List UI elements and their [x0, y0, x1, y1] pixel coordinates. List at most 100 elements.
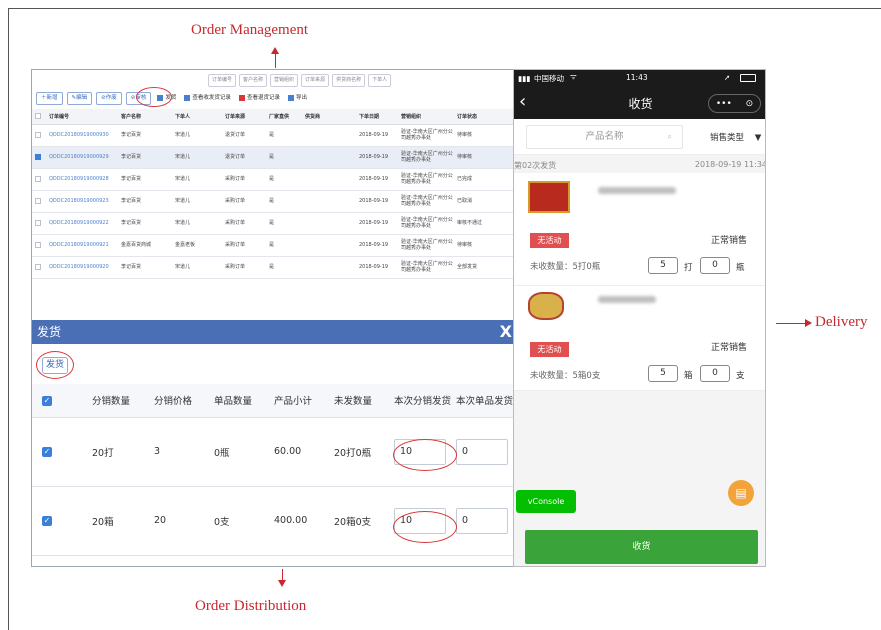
order-code[interactable]: QDDC20180919000921: [46, 234, 118, 257]
row-select[interactable]: [32, 124, 46, 147]
view-return-records-button[interactable]: 查看退货记录: [237, 92, 282, 105]
add-label: 新增: [46, 95, 58, 101]
table-row[interactable]: QDDC20180919000923 李记百货 宋道儿 采购订单是 2018-09-19…: [32, 190, 513, 213]
supplier-name: [302, 146, 356, 169]
ship-row-spacer: [62, 486, 92, 556]
export-button[interactable]: 导出: [286, 92, 309, 105]
order-code[interactable]: QDDC20180919000920: [46, 256, 118, 279]
ship-dialog-title: 发货: [37, 325, 62, 339]
row-checkbox[interactable]: [35, 131, 41, 138]
row-checkbox[interactable]: [35, 241, 41, 248]
qty-input-secondary[interactable]: 0: [700, 257, 730, 274]
location-icon: ➚: [724, 73, 731, 82]
table-row[interactable]: QDDC20180919000928 李记百货 宋道儿 采购订单是 2018-09-19…: [32, 168, 513, 191]
order-code[interactable]: QDDC20180919000922: [46, 212, 118, 235]
row-checkbox[interactable]: [35, 197, 41, 204]
ship-button-highlight-ring: [36, 351, 74, 379]
filter-person[interactable]: 下单人: [368, 74, 392, 87]
arrow-down-head: [278, 580, 286, 587]
table-row[interactable]: QDDC20180919000922 李记百货 宋道儿 采购订单是 2018-09-19…: [32, 212, 513, 235]
supplier-name: [302, 256, 356, 279]
receive-button[interactable]: 收货: [525, 530, 758, 564]
orders-table: 订单编号 客户名称 下单人 订单来源 厂家直供 供货商 下单日期 营销组织 订单…: [32, 109, 513, 279]
vconsole-button[interactable]: vConsole: [516, 490, 576, 513]
unit-primary: 箱: [684, 371, 693, 381]
clipboard-icon[interactable]: ▤: [728, 480, 754, 506]
row-select[interactable]: [32, 146, 46, 169]
row-select[interactable]: [32, 212, 46, 235]
filter-org[interactable]: 营销组织: [270, 74, 299, 87]
order-person: 宋道儿: [172, 256, 222, 279]
direct-supply: 是: [266, 124, 302, 147]
product-search-input[interactable]: 产品名称 ⌕: [526, 125, 683, 149]
table-row[interactable]: QDDC20180919000921 金嘉百货商城 金嘉老板 采购订单是 2018-09…: [32, 234, 513, 257]
row-select[interactable]: [32, 190, 46, 213]
ship-row-select[interactable]: ✓: [32, 417, 62, 487]
customer-name: 李记百货: [118, 146, 172, 169]
order-source: 采购订单: [222, 234, 266, 257]
void-button[interactable]: ⊘作废: [96, 92, 122, 105]
sales-org: 验证-华南大区广州分公司越秀办事处: [398, 124, 454, 147]
order-source: 采购订单: [222, 212, 266, 235]
qty-input-secondary[interactable]: 0: [700, 365, 730, 382]
filter-supplier[interactable]: 供货商名称: [332, 74, 366, 87]
doc-icon: [184, 94, 191, 101]
export-icon: [287, 94, 294, 101]
ship-unit-input[interactable]: 0: [456, 438, 508, 465]
ship-row-select[interactable]: ✓: [32, 486, 62, 556]
supplier-name: [302, 168, 356, 191]
row-select[interactable]: [32, 234, 46, 257]
add-button[interactable]: ＋新增: [36, 92, 63, 105]
order-code[interactable]: QDDC20180919000929: [46, 146, 118, 169]
filter-source[interactable]: 订单来源: [301, 74, 330, 87]
delivery-label: Delivery: [815, 314, 868, 330]
product-image: [528, 181, 570, 213]
header-select[interactable]: [32, 109, 46, 125]
row-select[interactable]: [32, 256, 46, 279]
row-checkbox[interactable]: [35, 153, 41, 160]
order-source: 采购订单: [222, 190, 266, 213]
table-row[interactable]: QDDC20180919000929 李记百货 宋道儿 退货订单是 2018-09-19…: [32, 146, 513, 169]
search-row: 产品名称 ⌕ 销售类型 ▼: [514, 119, 765, 155]
check-icon[interactable]: ✓: [42, 447, 52, 457]
row-checkbox[interactable]: [35, 175, 41, 182]
sales-org: 验证-华南大区广州分公司越秀办事处: [398, 146, 454, 169]
carrier: 中国移动: [534, 74, 564, 83]
order-code[interactable]: QDDC20180919000928: [46, 168, 118, 191]
qty-input-primary[interactable]: 5: [648, 257, 678, 274]
search-placeholder: 产品名称: [585, 131, 624, 142]
product-image: [528, 292, 564, 320]
close-circle-icon[interactable]: ⊙: [746, 99, 754, 109]
table-row[interactable]: QDDC20180919000930 李记百货 宋道儿 退货订单是 2018-09-19…: [32, 124, 513, 147]
ship-header-select[interactable]: ✓: [32, 384, 62, 418]
header-customer: 客户名称: [118, 109, 172, 125]
filter-customer[interactable]: 客户名称: [239, 74, 268, 87]
ship-dist-qty: 20箱: [92, 486, 154, 556]
signal-icon: ▮▮▮: [518, 74, 531, 83]
filter-order-code[interactable]: 订单编号: [208, 74, 237, 87]
caret-down-icon: ▼: [754, 133, 762, 143]
arrow-right-head: [805, 319, 812, 327]
batch-header: 第02次发货 2018-09-19 11:34: [514, 155, 765, 173]
close-icon[interactable]: X: [500, 320, 512, 344]
check-icon[interactable]: ✓: [42, 516, 52, 526]
unit-secondary: 支: [736, 371, 745, 381]
order-code[interactable]: QDDC20180919000923: [46, 190, 118, 213]
sale-type-dropdown[interactable]: 销售类型 ▼: [710, 131, 761, 143]
row-select[interactable]: [32, 168, 46, 191]
view-ship-records-button[interactable]: 查看收发货记录: [182, 92, 233, 105]
select-all-checkbox[interactable]: [35, 113, 41, 119]
order-code[interactable]: QDDC20180919000930: [46, 124, 118, 147]
more-icon[interactable]: •••: [716, 99, 732, 109]
edit-button[interactable]: ✎编辑: [66, 92, 93, 105]
select-all-check-icon[interactable]: ✓: [42, 395, 52, 406]
ship-unit-cell: 0: [456, 417, 513, 487]
ship-unit-input[interactable]: 0: [456, 507, 508, 534]
row-checkbox[interactable]: [35, 219, 41, 226]
ship-row-spacer: [62, 417, 92, 487]
row-checkbox[interactable]: [35, 263, 41, 270]
qty-input-primary[interactable]: 5: [648, 365, 678, 382]
customer-name: 李记百货: [118, 212, 172, 235]
table-row[interactable]: QDDC20180919000920 李记百货 宋道儿 采购订单是 2018-09-19…: [32, 256, 513, 279]
ship-header-spacer: [62, 384, 92, 418]
